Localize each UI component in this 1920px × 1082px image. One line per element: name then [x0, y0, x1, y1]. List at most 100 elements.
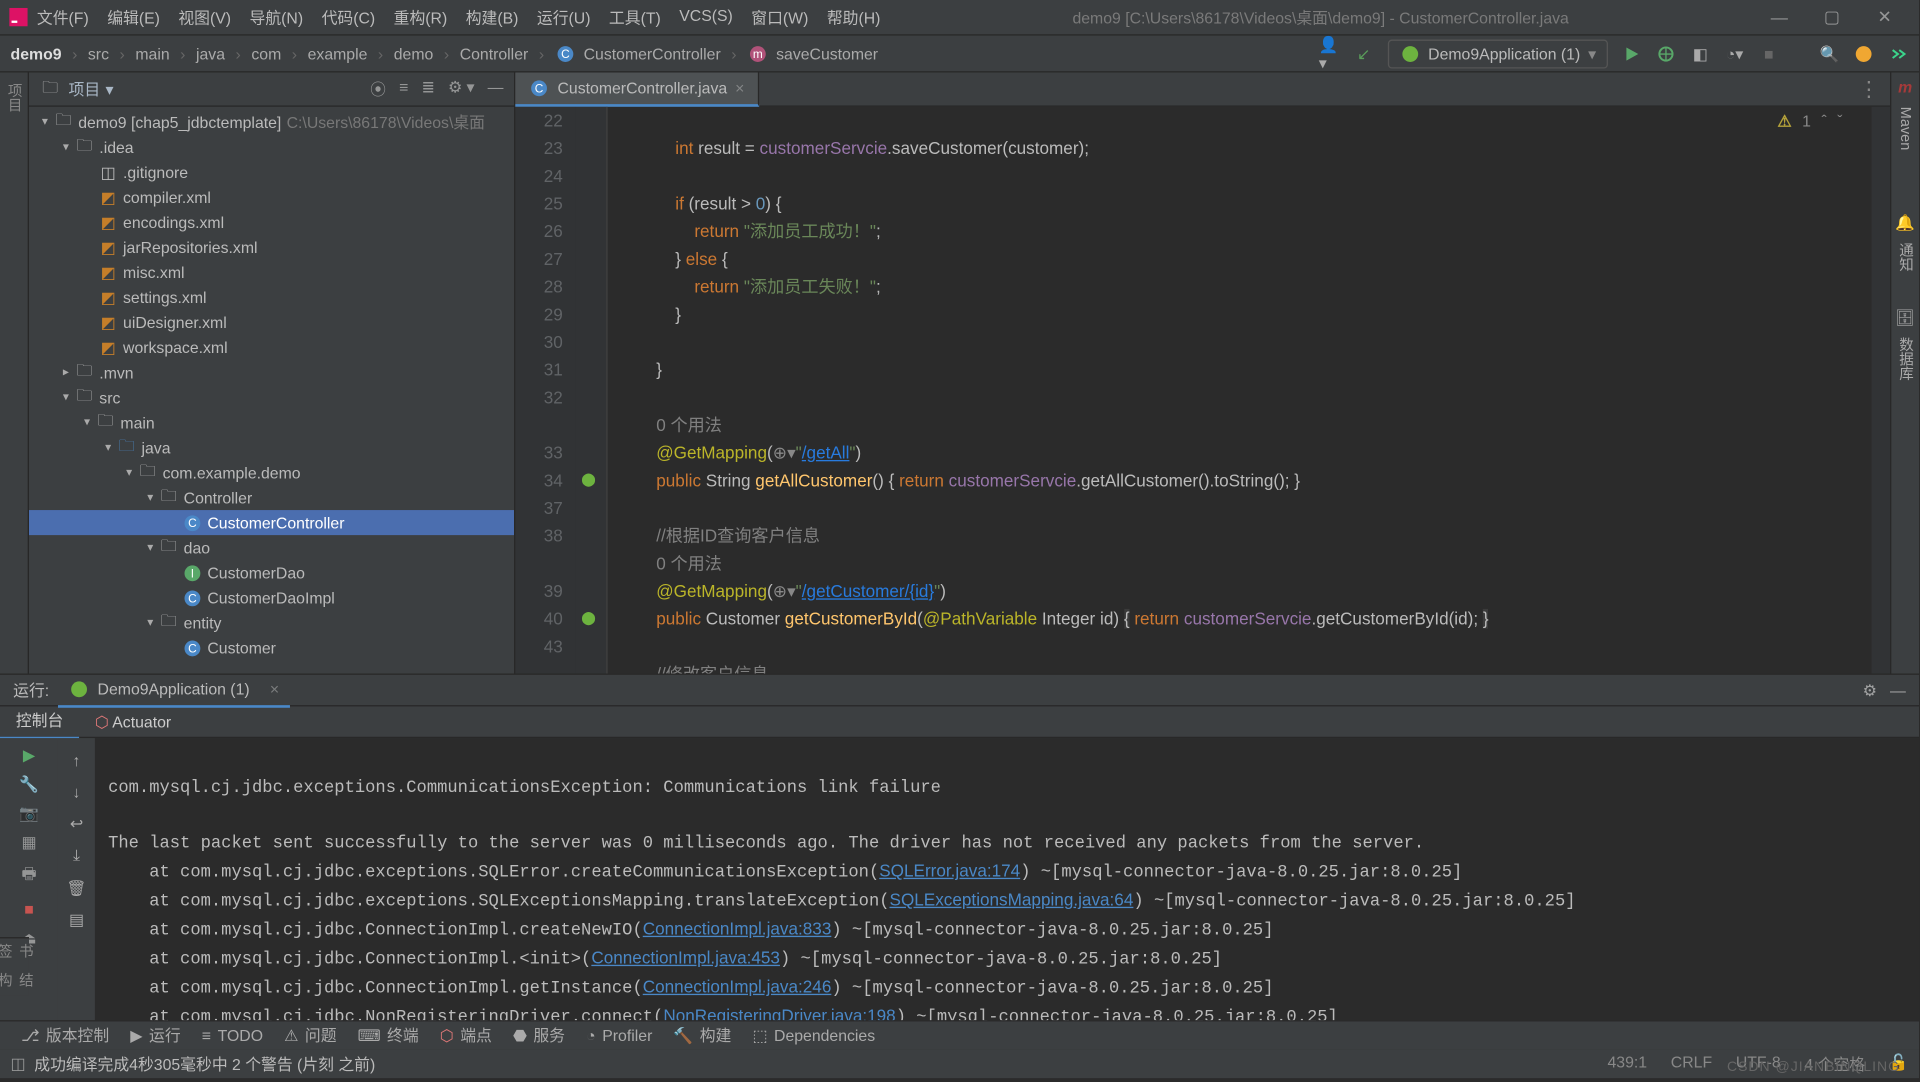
clear-icon[interactable]: 🗑	[66, 879, 86, 897]
scroll-icon[interactable]: ⤓	[73, 846, 80, 866]
folder-main[interactable]: main	[120, 413, 154, 431]
menu-refactor[interactable]: 重构(R)	[386, 1, 455, 34]
tree-customercontroller[interactable]: C CustomerController	[29, 510, 514, 535]
minimize-button[interactable]: —	[1753, 7, 1806, 27]
wrap-icon[interactable]: ↩	[70, 815, 83, 833]
menu-view[interactable]: 视图(V)	[170, 1, 239, 34]
file-customerdaoimpl[interactable]: CustomerDaoImpl	[207, 588, 334, 606]
file-encodings[interactable]: encodings.xml	[123, 213, 224, 231]
project-view-select[interactable]: 项目 ▾	[69, 78, 114, 100]
menu-vcs[interactable]: VCS(S)	[671, 1, 740, 34]
error-stripe[interactable]	[1872, 107, 1890, 674]
project-strip-label[interactable]: 项目	[3, 78, 24, 118]
file-customer[interactable]: Customer	[207, 639, 276, 657]
run-tab[interactable]: Demo9Application (1) ×	[58, 673, 290, 707]
codewithme-icon[interactable]	[1887, 43, 1908, 64]
maven-strip-icon[interactable]: m	[1898, 78, 1912, 96]
sb-profiler[interactable]: ◔Profiler	[576, 1026, 663, 1044]
folder-mvn[interactable]: .mvn	[99, 363, 133, 381]
breadcrumb[interactable]: demo9› src› main› java› com› example› de…	[11, 43, 879, 64]
actuator-tab[interactable]: ⬡ Actuator	[79, 707, 187, 736]
menu-nav[interactable]: 导航(N)	[242, 1, 311, 34]
close-button[interactable]: ✕	[1858, 7, 1911, 28]
run-config-selector[interactable]: Demo9Application (1)▾	[1387, 39, 1608, 68]
status-window-icon[interactable]: ◫	[11, 1054, 26, 1072]
coverage-icon[interactable]: ◧	[1690, 43, 1711, 64]
line-gutter[interactable]: 222324252627282930313233343738394043	[515, 107, 576, 674]
folder-src[interactable]: src	[99, 388, 120, 406]
sb-build[interactable]: 🔨构建	[663, 1024, 742, 1046]
folder-entity[interactable]: entity	[184, 614, 222, 632]
stop-icon[interactable]: ■	[1758, 43, 1779, 64]
run-hide-icon[interactable]: —	[1890, 681, 1906, 699]
maximize-button[interactable]: ▢	[1806, 7, 1859, 28]
gear-icon[interactable]: ⚙ ▾	[448, 78, 475, 100]
console-tab[interactable]: 控制台	[0, 704, 79, 740]
hide-icon[interactable]: —	[488, 78, 504, 100]
down-icon[interactable]: ↓	[72, 783, 80, 801]
gutter-icons[interactable]: ⬤ ⬤	[576, 107, 608, 674]
print-icon[interactable]: 🖶	[22, 862, 37, 890]
caret-pos[interactable]: 439:1	[1608, 1052, 1648, 1074]
stop2-icon[interactable]: ■	[24, 900, 34, 918]
menu-help[interactable]: 帮助(H)	[819, 1, 888, 34]
db-icon[interactable]: 🗄	[1895, 308, 1915, 326]
wrench-icon[interactable]: 🔧	[19, 775, 39, 793]
project-tree[interactable]: ▾🗀 demo9 [chap5_jdbctemplate] C:\Users\8…	[29, 107, 514, 674]
ide-update-icon[interactable]	[1853, 43, 1874, 64]
editor-menu-icon[interactable]: ⋮	[1848, 76, 1890, 102]
debug-icon[interactable]	[1655, 43, 1676, 64]
user-icon[interactable]: 👤▾	[1319, 43, 1340, 64]
sb-vcs[interactable]: ⎇版本控制	[11, 1024, 120, 1046]
indent[interactable]: 4 个空格	[1804, 1052, 1865, 1074]
code-area[interactable]: int result = customerServcie.saveCustome…	[608, 107, 1872, 674]
layout-icon[interactable]: ▦	[22, 833, 37, 851]
expand-icon[interactable]: ≣	[422, 78, 435, 100]
profiler-icon[interactable]: ◔▾	[1724, 43, 1745, 64]
file-gitignore[interactable]: .gitignore	[123, 163, 188, 181]
line-sep[interactable]: CRLF	[1671, 1052, 1712, 1074]
editor-tab-customercontroller[interactable]: C CustomerController.java ×	[515, 72, 758, 106]
menu-run[interactable]: 运行(U)	[529, 1, 598, 34]
folder-java[interactable]: java	[141, 438, 170, 456]
camera-icon[interactable]: 📷	[19, 804, 39, 822]
folder-package[interactable]: com.example.demo	[163, 463, 301, 481]
rerun-icon[interactable]: ▶	[23, 746, 35, 764]
lock-icon[interactable]: 🔓	[1889, 1052, 1909, 1074]
file-settings[interactable]: settings.xml	[123, 288, 207, 306]
menu-edit[interactable]: 编辑(E)	[99, 1, 168, 34]
back-arrow-icon[interactable]: ↙	[1353, 43, 1374, 64]
close-tab-icon[interactable]: ×	[735, 78, 744, 96]
menu-code[interactable]: 代码(C)	[314, 1, 383, 34]
folder-controller[interactable]: Controller	[184, 488, 253, 506]
notif-icon[interactable]: 🔔	[1895, 214, 1915, 232]
sb-problems[interactable]: ⚠问题	[274, 1024, 348, 1046]
up-icon[interactable]: ↑	[72, 751, 80, 769]
collapse-icon[interactable]: ≡	[399, 78, 408, 100]
inspection-widget[interactable]: ⚠1 ˆˇ	[1777, 112, 1842, 130]
menu-file[interactable]: 文件(F)	[29, 1, 97, 34]
file-compiler[interactable]: compiler.xml	[123, 188, 211, 206]
filter-icon[interactable]: ▤	[69, 911, 84, 929]
sb-run[interactable]: ▶运行	[120, 1024, 192, 1046]
console-output[interactable]: com.mysql.cj.jdbc.exceptions.Communicati…	[95, 738, 1919, 1020]
file-uidesigner[interactable]: uiDesigner.xml	[123, 313, 227, 331]
target-icon[interactable]: ⦿	[370, 78, 386, 100]
sb-todo[interactable]: ≡TODO	[191, 1026, 273, 1044]
file-jarrepos[interactable]: jarRepositories.xml	[123, 238, 257, 256]
sb-services[interactable]: ⬣服务	[502, 1024, 575, 1046]
encoding[interactable]: UTF-8	[1736, 1052, 1781, 1074]
bookmark-strip[interactable]: 书签	[0, 938, 36, 966]
run-gear-icon[interactable]: ⚙	[1863, 681, 1877, 699]
menu-build[interactable]: 构建(B)	[458, 1, 527, 34]
db-strip[interactable]: 数据库	[1895, 337, 1916, 380]
sb-deps[interactable]: ⬚Dependencies	[742, 1026, 886, 1044]
sb-terminal[interactable]: ⌨终端	[347, 1024, 429, 1046]
menu-window[interactable]: 窗口(W)	[743, 1, 816, 34]
search-icon[interactable]: 🔍	[1819, 43, 1840, 64]
file-customerdao[interactable]: CustomerDao	[207, 563, 305, 581]
folder-dao[interactable]: dao	[184, 538, 210, 556]
notif-strip[interactable]: 通知	[1895, 243, 1916, 272]
menu-tools[interactable]: 工具(T)	[601, 1, 669, 34]
file-workspace[interactable]: workspace.xml	[123, 338, 228, 356]
